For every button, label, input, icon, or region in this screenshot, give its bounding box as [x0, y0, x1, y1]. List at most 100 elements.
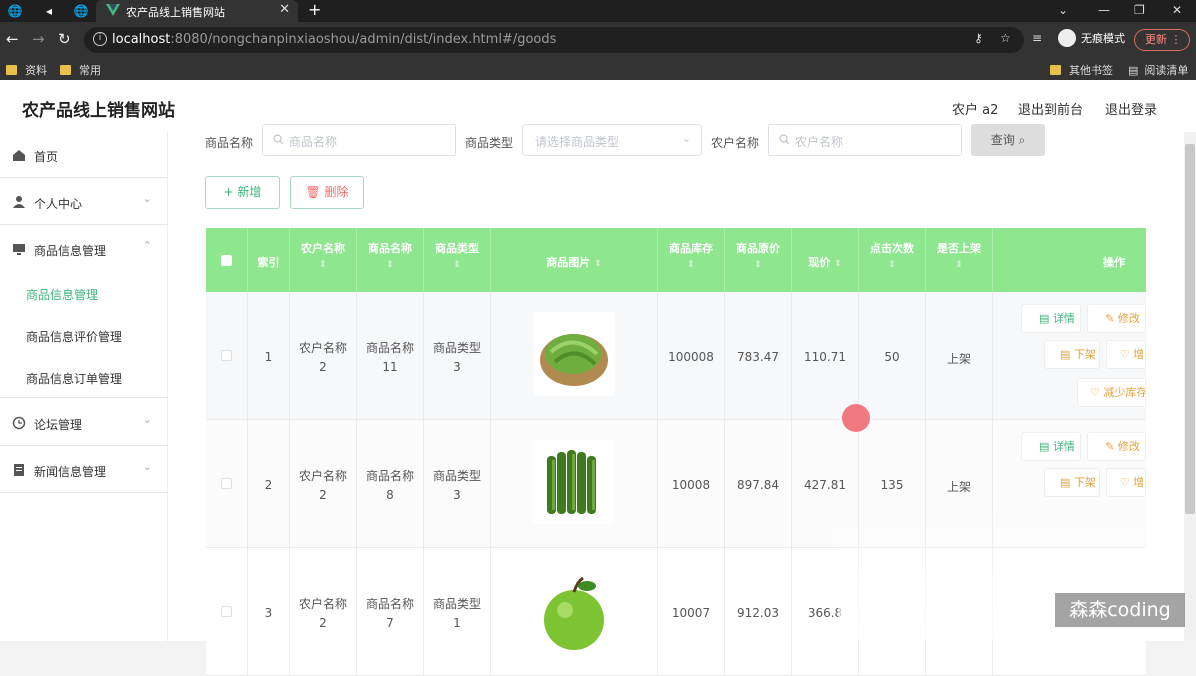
column-header-name[interactable]: 商品名称 ⇕: [357, 228, 424, 292]
user-icon: [13, 196, 25, 208]
edit-button[interactable]: ✎ 修改: [1087, 432, 1146, 461]
sidebar-subitem-goods[interactable]: 商品信息管理: [0, 272, 168, 314]
search-bar: [0, 88, 1, 89]
table-cell-cb: [206, 292, 248, 420]
column-header-farmer[interactable]: 农户名称 ⇕: [290, 228, 357, 292]
monitor-icon: [13, 244, 25, 255]
chevron-down-icon: ⌄: [681, 132, 691, 145]
folder-icon: [6, 65, 17, 75]
bookmark-folder[interactable]: 其他书签: [1050, 62, 1113, 78]
scrollbar-thumb[interactable]: [1185, 144, 1195, 514]
sidebar-item-personal[interactable]: 个人中心 ⌄: [0, 179, 168, 225]
edit-button[interactable]: ✎ 修改: [1087, 304, 1146, 333]
goods-image[interactable]: [533, 312, 615, 396]
forward-icon[interactable]: →: [32, 30, 45, 48]
column-header-stock[interactable]: 商品库存 ⇕: [658, 228, 725, 292]
bookmark-star-icon[interactable]: ☆: [1000, 31, 1011, 45]
globe-icon[interactable]: 🌐: [72, 2, 90, 20]
goods-image[interactable]: [533, 440, 615, 524]
decrease-stock-button[interactable]: ♡ 减少库存: [1077, 378, 1146, 407]
row-checkbox[interactable]: [221, 350, 232, 361]
table-cell-orig_price: 912.03: [725, 548, 792, 676]
sort-icon: ⇕: [888, 260, 896, 270]
detail-button[interactable]: ▤ 详情: [1021, 432, 1081, 461]
address-bar[interactable]: i localhost:8080/nongchanpinxiaoshou/adm…: [84, 27, 1024, 53]
goods-type-label: 商品类型: [465, 136, 514, 150]
select-all-checkbox[interactable]: [221, 255, 232, 266]
sort-icon: ⇕: [754, 260, 762, 270]
back-icon[interactable]: ←: [6, 30, 19, 48]
document-icon: [14, 464, 24, 476]
current-user: 农户 a2: [952, 103, 999, 118]
minimize-icon[interactable]: —: [1098, 0, 1110, 20]
column-header-clicks[interactable]: 点击次数 ⇕: [859, 228, 926, 292]
column-header-price[interactable]: 现价 ⇕: [792, 228, 859, 292]
update-button[interactable]: 更新 ⋮: [1134, 29, 1190, 51]
delete-button[interactable]: 🗑 删除: [290, 176, 364, 209]
column-header-type[interactable]: 商品类型 ⇕: [424, 228, 491, 292]
table-cell-farmer: 农户名称 2: [290, 292, 357, 420]
sidebar: 首页 个人中心 ⌄ 商品信息管理 ⌃ 商品信息管理 商品信息评价管理 商品信息订…: [0, 132, 168, 641]
table-cell-ops: ▤ 详情 ✎ 修改 ▤ 下架 ♡ 增 ♡ 减少库存: [993, 292, 1146, 420]
goods-type-select[interactable]: 请选择商品类型 ⌄: [522, 124, 702, 156]
table-cell-img: [491, 548, 658, 676]
column-header-onshelf[interactable]: 是否上架 ⇕: [926, 228, 993, 292]
bookmark-folder[interactable]: 常用: [60, 62, 101, 78]
back-to-front-link[interactable]: 退出到前台: [1018, 99, 1083, 118]
off-shelf-button[interactable]: ▤ 下架: [1044, 340, 1100, 369]
table-cell-index: 1: [248, 292, 290, 420]
query-button[interactable]: 查询 ⌕: [971, 124, 1045, 156]
column-header-orig-price[interactable]: 商品原价 ⇕: [725, 228, 792, 292]
mouse-cursor-indicator: [842, 404, 870, 432]
clock-icon: [12, 416, 26, 430]
table-cell-img: [491, 292, 658, 420]
close-window-icon[interactable]: ✕: [1172, 0, 1182, 20]
goods-image[interactable]: [533, 568, 615, 652]
column-header-ops: 操作: [1103, 256, 1125, 269]
incognito-icon: [1058, 29, 1076, 47]
browser-tab[interactable]: 农产品线上销售网站 ✕: [96, 0, 298, 22]
info-icon[interactable]: i: [93, 32, 107, 46]
sort-icon: ⇕: [687, 260, 695, 270]
goods-name-input[interactable]: 商品名称: [262, 124, 456, 156]
row-checkbox[interactable]: [221, 606, 232, 617]
off-shelf-button[interactable]: ▤ 下架: [1044, 468, 1100, 497]
increase-stock-button[interactable]: ♡ 增: [1106, 468, 1146, 497]
key-icon[interactable]: ⚷: [974, 31, 983, 45]
sort-icon: ⇕: [319, 260, 327, 270]
table-row: 1 农户名称 2 商品名称 11 商品类型 3 100008 783.47 110.71 50 上架 ▤…: [206, 292, 1146, 420]
restore-icon[interactable]: ❐: [1134, 0, 1145, 20]
incognito-indicator[interactable]: 无痕模式: [1058, 29, 1125, 47]
list-icon: ▤: [1128, 63, 1139, 77]
reload-icon[interactable]: ↻: [58, 30, 71, 48]
sidebar-subitem-review[interactable]: 商品信息评价管理: [0, 314, 168, 356]
sort-icon: ⇕: [386, 260, 394, 270]
mute-icon[interactable]: ◂: [40, 2, 58, 20]
tab-title: 农产品线上销售网站: [126, 6, 225, 19]
sidebar-item-forum[interactable]: 论坛管理 ⌄: [0, 400, 168, 446]
bookmarks-bar: 资料 常用 其他书签 ▤ 阅读清单: [0, 58, 1196, 80]
chevron-down-icon[interactable]: ⌄: [1058, 0, 1068, 20]
bookmark-folder[interactable]: 资料: [6, 62, 47, 78]
reading-list[interactable]: ▤ 阅读清单: [1128, 62, 1188, 78]
detail-button[interactable]: ▤ 详情: [1021, 304, 1081, 333]
close-tab-icon[interactable]: ✕: [279, 2, 290, 17]
sidebar-item-news[interactable]: 新闻信息管理 ⌄: [0, 447, 168, 493]
add-button[interactable]: + 新增: [205, 176, 280, 209]
new-tab-button[interactable]: +: [308, 0, 321, 20]
logout-link[interactable]: 退出登录: [1105, 99, 1157, 118]
table-cell-name: 商品名称 8: [357, 420, 424, 548]
search-icon: [273, 134, 284, 145]
increase-stock-button[interactable]: ♡ 增: [1106, 340, 1146, 369]
sidebar-subitem-order[interactable]: 商品信息订单管理: [0, 356, 168, 398]
goods-name-label: 商品名称: [205, 136, 254, 150]
table-cell-index: 3: [248, 548, 290, 676]
globe-icon[interactable]: 🌐: [6, 2, 24, 20]
sidebar-item-home[interactable]: 首页: [0, 132, 168, 178]
row-checkbox[interactable]: [221, 478, 232, 489]
sidebar-item-goods[interactable]: 商品信息管理 ⌃: [0, 226, 168, 272]
table-cell-name: 商品名称 11: [357, 292, 424, 420]
farmer-name-input[interactable]: 农户名称: [768, 124, 962, 156]
column-header-image[interactable]: 商品图片 ⇕: [491, 228, 658, 292]
reading-list-icon[interactable]: ≡: [1032, 31, 1042, 45]
